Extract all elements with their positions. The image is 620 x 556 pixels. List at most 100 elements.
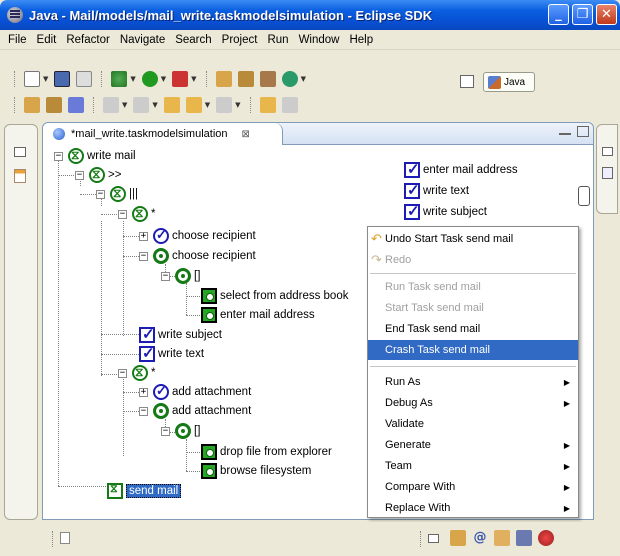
fast-view-icon[interactable] xyxy=(60,532,70,544)
expand-toggle[interactable]: + xyxy=(139,388,148,397)
collapse-toggle[interactable]: − xyxy=(96,190,105,199)
side-control[interactable] xyxy=(578,186,590,206)
search-tool-icon[interactable] xyxy=(68,97,84,113)
window-titlebar[interactable]: Java - Mail/models/mail_write.taskmodels… xyxy=(0,0,620,30)
collapse-toggle[interactable]: − xyxy=(54,152,63,161)
task-node[interactable]: * xyxy=(132,365,155,381)
redo-toolbar-icon[interactable] xyxy=(281,97,298,113)
task-node[interactable]: enter mail address xyxy=(201,307,315,323)
new-java-class-icon[interactable] xyxy=(281,71,298,87)
menu-compare-with[interactable]: Compare With ▶ xyxy=(368,477,578,497)
checkbox-icon xyxy=(404,181,420,199)
new-package-icon[interactable] xyxy=(237,71,254,87)
restore-view-icon[interactable] xyxy=(14,147,26,157)
history-item[interactable]: write subject xyxy=(404,202,487,220)
menu-project[interactable]: Project xyxy=(217,34,263,46)
menu-search[interactable]: Search xyxy=(170,34,216,46)
task-node[interactable]: [] xyxy=(175,268,200,284)
menu-end-task[interactable]: End Task send mail xyxy=(368,319,578,339)
task-node[interactable]: write subject xyxy=(139,325,222,343)
task-node[interactable]: browse filesystem xyxy=(201,463,311,479)
collapse-toggle[interactable]: − xyxy=(161,427,170,436)
java-perspective-button[interactable]: Java xyxy=(483,72,535,92)
menu-run-as[interactable]: Run As ▶ xyxy=(368,372,578,392)
run-icon[interactable] xyxy=(141,71,158,87)
open-perspective-icon[interactable] xyxy=(460,75,474,88)
menu-navigate[interactable]: Navigate xyxy=(115,34,170,46)
package-explorer-icon[interactable] xyxy=(450,530,466,546)
menu-undo-start-task[interactable]: ↶ Undo Start Task send mail xyxy=(368,229,578,249)
task-node[interactable]: add attachment xyxy=(153,403,251,419)
menu-refactor[interactable]: Refactor xyxy=(61,34,114,46)
back-icon[interactable] xyxy=(185,97,202,113)
previous-annotation-icon[interactable] xyxy=(133,97,150,113)
task-node[interactable]: write mail xyxy=(68,148,136,164)
task-node[interactable]: >> xyxy=(89,167,121,183)
close-tab-icon[interactable]: ⊠ xyxy=(242,129,250,140)
collapse-toggle[interactable]: − xyxy=(118,210,127,219)
task-node[interactable]: drop file from explorer xyxy=(201,444,332,460)
print-icon[interactable] xyxy=(76,71,93,87)
editor-tab[interactable]: *mail_write.taskmodelsimulation ⊠ xyxy=(43,123,283,145)
menu-crash-task[interactable]: Crash Task send mail xyxy=(368,340,578,360)
external-tools-icon[interactable] xyxy=(172,71,189,87)
menu-validate[interactable]: Validate xyxy=(368,414,578,434)
minimize-editor-icon[interactable] xyxy=(559,129,571,135)
menu-run-task[interactable]: Run Task send mail xyxy=(368,277,578,297)
close-button[interactable]: ✕ xyxy=(596,4,617,25)
expand-toggle[interactable]: + xyxy=(139,232,148,241)
new-class-icon[interactable] xyxy=(259,71,276,87)
task-node[interactable]: select from address book xyxy=(201,288,348,304)
maximize-editor-icon[interactable] xyxy=(577,126,589,137)
maximize-button[interactable]: ❐ xyxy=(572,4,593,25)
menu-replace-with[interactable]: Replace With ▶ xyxy=(368,498,578,518)
history-item[interactable]: write text xyxy=(404,181,469,199)
sequence-icon xyxy=(153,248,169,264)
task-node[interactable]: ||| xyxy=(110,186,138,202)
menu-start-task[interactable]: Start Task send mail xyxy=(368,298,578,318)
menu-window[interactable]: Window xyxy=(294,34,345,46)
last-edit-location-icon[interactable] xyxy=(163,97,180,113)
task-node[interactable]: choose recipient xyxy=(153,227,256,244)
menu-help[interactable]: Help xyxy=(344,34,378,46)
forward-icon[interactable] xyxy=(216,97,233,113)
menu-debug-as[interactable]: Debug As ▶ xyxy=(368,393,578,413)
save-icon[interactable] xyxy=(54,71,71,87)
tree-connector xyxy=(123,376,124,456)
restore-view-icon[interactable] xyxy=(602,147,613,156)
task-node[interactable]: write text xyxy=(139,344,204,362)
open-resource-icon[interactable] xyxy=(46,97,62,113)
collapse-toggle[interactable]: − xyxy=(75,171,84,180)
collapse-toggle[interactable]: − xyxy=(139,252,148,261)
hierarchy-icon[interactable] xyxy=(14,169,26,183)
menu-redo[interactable]: ↷ Redo xyxy=(368,250,578,270)
new-file-icon[interactable] xyxy=(24,71,40,87)
menu-run[interactable]: Run xyxy=(262,34,293,46)
problems-icon[interactable] xyxy=(538,530,554,546)
outline-icon[interactable] xyxy=(602,167,613,179)
task-node[interactable]: * xyxy=(132,206,155,222)
task-node-selected[interactable]: send mail xyxy=(107,483,182,499)
menu-generate[interactable]: Generate ▶ xyxy=(368,435,578,455)
menu-file[interactable]: File xyxy=(3,34,32,46)
minimize-button[interactable]: _ xyxy=(548,4,569,25)
task-node[interactable]: [] xyxy=(175,423,200,439)
open-type-icon[interactable] xyxy=(24,97,40,113)
collapse-toggle[interactable]: − xyxy=(139,407,148,416)
restore-view-icon[interactable] xyxy=(428,534,439,543)
task-node[interactable]: choose recipient xyxy=(153,248,256,264)
debug-icon[interactable] xyxy=(111,71,128,87)
undo-toolbar-icon[interactable] xyxy=(259,97,276,113)
history-item[interactable]: enter mail address xyxy=(404,160,518,178)
collapse-toggle[interactable]: − xyxy=(118,369,127,378)
javadoc-icon[interactable]: @ xyxy=(472,530,488,546)
menu-edit[interactable]: Edit xyxy=(32,34,62,46)
collapse-toggle[interactable]: − xyxy=(161,272,170,281)
console-icon[interactable] xyxy=(516,530,532,546)
task-node[interactable]: add attachment xyxy=(153,383,251,400)
menu-team[interactable]: Team ▶ xyxy=(368,456,578,476)
declaration-icon[interactable] xyxy=(494,530,510,546)
new-project-icon[interactable] xyxy=(215,71,232,87)
task-label: choose recipient xyxy=(172,250,256,262)
next-annotation-icon[interactable] xyxy=(103,97,119,113)
